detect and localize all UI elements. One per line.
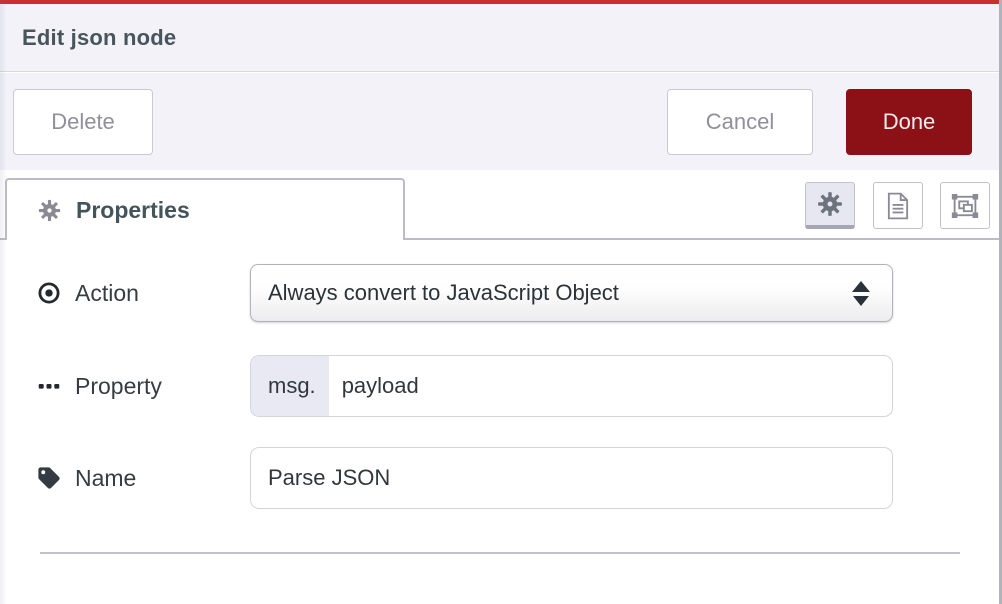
tab-properties-label: Properties <box>76 197 190 224</box>
gear-icon <box>37 198 62 223</box>
action-row: Action Always convert to JavaScript Obje… <box>0 264 999 322</box>
gear-icon <box>816 190 844 218</box>
action-label: Action <box>36 264 139 322</box>
name-input[interactable] <box>251 448 892 508</box>
dialog-toolbar: Delete Cancel Done <box>0 73 999 170</box>
name-row: Name <box>0 447 999 509</box>
ellipsis-icon <box>36 373 62 399</box>
object-group-icon <box>950 192 980 220</box>
tab-properties[interactable]: Properties <box>5 178 405 240</box>
properties-view-button[interactable] <box>805 182 855 229</box>
dialog-header: Edit json node <box>0 4 999 72</box>
cancel-button[interactable]: Cancel <box>667 89 813 155</box>
accent-bar <box>0 0 999 4</box>
action-select-value: Always convert to JavaScript Object <box>268 280 619 306</box>
dialog-title: Edit json node <box>22 25 176 51</box>
property-label: Property <box>36 355 162 417</box>
description-view-button[interactable] <box>873 182 923 229</box>
edit-node-dialog: Edit json node Delete Cancel Done <box>0 0 1002 604</box>
editor-tabbar: Properties <box>0 170 999 240</box>
section-divider <box>40 552 960 554</box>
select-arrows-icon <box>852 281 870 306</box>
dot-circle-icon <box>36 280 62 306</box>
name-label: Name <box>36 447 136 509</box>
appearance-view-button[interactable] <box>940 182 990 229</box>
tag-icon <box>36 465 62 491</box>
property-row: Property msg. <box>0 355 999 417</box>
name-input-group <box>250 447 893 509</box>
delete-button[interactable]: Delete <box>13 89 153 155</box>
done-button[interactable]: Done <box>846 89 972 155</box>
property-input-group: msg. <box>250 355 893 417</box>
msg-prefix[interactable]: msg. <box>251 356 329 416</box>
properties-form: Action Always convert to JavaScript Obje… <box>0 240 999 604</box>
action-select[interactable]: Always convert to JavaScript Object <box>250 264 893 322</box>
property-input[interactable] <box>329 356 892 416</box>
document-icon <box>885 192 911 220</box>
